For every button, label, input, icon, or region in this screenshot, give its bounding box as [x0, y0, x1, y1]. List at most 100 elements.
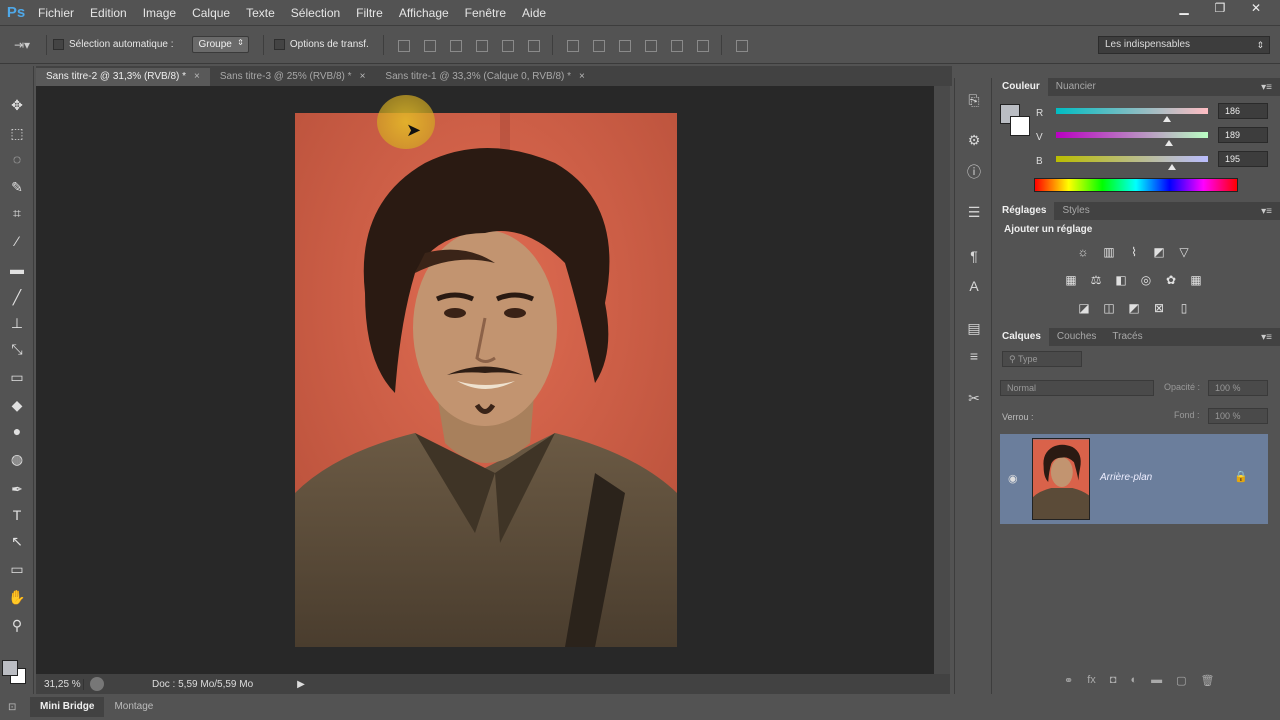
styles-panel-icon[interactable]: ≡ — [964, 346, 984, 366]
menu-filtre[interactable]: Filtre — [348, 0, 391, 26]
delete-layer-icon[interactable]: 🗑 — [1201, 674, 1215, 687]
exposure-icon[interactable]: ◩ — [1150, 244, 1168, 260]
type-tool-icon[interactable]: T — [4, 504, 30, 526]
distribute-hcenter-icon[interactable] — [668, 38, 684, 52]
hue-saturation-icon[interactable]: ▦ — [1062, 272, 1080, 288]
zoom-level[interactable]: 31,25 % — [36, 678, 84, 690]
panel-menu-icon[interactable]: ▾≡ — [1261, 82, 1272, 93]
slider-v[interactable]: V 189 — [1036, 127, 1276, 152]
curves-icon[interactable]: ⌇ — [1125, 244, 1143, 260]
notes-panel-icon[interactable]: ▤ — [964, 318, 984, 338]
actions-panel-icon[interactable]: ⚙ — [964, 130, 984, 150]
history-panel-icon[interactable]: ⎘ — [964, 90, 984, 110]
distribute-right-icon[interactable] — [694, 38, 710, 52]
workspace-switcher[interactable]: Les indispensables — [1098, 36, 1270, 54]
layer-style-icon[interactable]: fx — [1087, 674, 1096, 687]
tab-styles[interactable]: Styles — [1054, 202, 1097, 220]
slider-value[interactable]: 195 — [1218, 151, 1268, 167]
canvas-area[interactable]: ➤ — [36, 86, 934, 674]
close-tab-icon[interactable]: × — [579, 68, 585, 86]
transform-controls-checkbox[interactable] — [273, 39, 285, 50]
color-spectrum[interactable] — [1034, 178, 1238, 192]
clone-stamp-tool-icon[interactable]: ⊥ — [4, 312, 30, 334]
align-bottom-icon[interactable] — [447, 38, 463, 52]
history-brush-tool-icon[interactable]: ⤡ — [4, 338, 30, 360]
marquee-tool-icon[interactable]: ⬚ — [4, 122, 30, 144]
tab-couleur[interactable]: Couleur — [994, 78, 1048, 96]
distribute-top-icon[interactable] — [564, 38, 580, 52]
status-menu-arrow-icon[interactable]: ▶ — [297, 679, 305, 690]
slider-value[interactable]: 186 — [1218, 103, 1268, 119]
vertical-scrollbar[interactable] — [934, 86, 950, 674]
align-vcenter-icon[interactable] — [421, 38, 437, 52]
align-left-icon[interactable] — [473, 38, 489, 52]
move-tool-icon[interactable]: ✥ — [4, 94, 30, 116]
add-mask-icon[interactable]: ◘ — [1110, 674, 1117, 687]
distribute-left-icon[interactable] — [642, 38, 658, 52]
layer-name[interactable]: Arrière-plan — [1100, 472, 1152, 483]
menu-image[interactable]: Image — [135, 0, 184, 26]
restore-icon[interactable]: ❐ — [1204, 0, 1236, 16]
levels-icon[interactable]: ▥ — [1100, 244, 1118, 260]
healing-brush-tool-icon[interactable]: ▬ — [4, 258, 30, 280]
paragraph-panel-icon[interactable]: ¶ — [964, 246, 984, 266]
menu-aide[interactable]: Aide — [514, 0, 554, 26]
brush-tool-icon[interactable]: ╱ — [4, 286, 30, 308]
slider-thumb[interactable] — [1164, 140, 1173, 146]
eye-visibility-icon[interactable]: ◉ — [1008, 472, 1018, 485]
pen-tool-icon[interactable]: ✒ — [4, 478, 30, 500]
crop-tool-icon[interactable]: ⌗ — [4, 202, 30, 224]
path-selection-tool-icon[interactable]: ↖ — [4, 530, 30, 552]
layer-row-background[interactable]: ◉ Arrière-plan 🔒 — [1000, 434, 1268, 524]
tab-nuancier[interactable]: Nuancier — [1048, 78, 1104, 96]
panel-menu-icon[interactable]: ▾≡ — [1261, 206, 1272, 217]
background-color-chip[interactable] — [1010, 116, 1030, 136]
character-panel-icon[interactable]: A — [964, 276, 984, 296]
auto-select-dropdown[interactable]: Groupe — [191, 36, 249, 53]
auto-select-checkbox[interactable] — [53, 39, 64, 50]
tab-traces[interactable]: Tracés — [1104, 328, 1150, 346]
photoshop-logo[interactable]: Ps — [2, 2, 30, 24]
tab-reglages[interactable]: Réglages — [994, 202, 1055, 220]
rectangle-tool-icon[interactable]: ▭ — [4, 558, 30, 580]
auto-align-layers-icon[interactable] — [733, 38, 749, 52]
slider-r[interactable]: R 186 — [1036, 103, 1276, 128]
eraser-tool-icon[interactable]: ▭ — [4, 366, 30, 388]
menu-calque[interactable]: Calque — [184, 0, 238, 26]
panel-collapse-icon[interactable]: ⊡ — [0, 702, 30, 713]
align-hcenter-icon[interactable] — [499, 38, 515, 52]
quick-selection-tool-icon[interactable]: ✎ — [4, 176, 30, 198]
status-info-icon[interactable] — [90, 677, 104, 691]
tab-montage[interactable]: Montage — [104, 697, 163, 717]
opacity-input[interactable]: 100 % — [1208, 380, 1268, 396]
slider-thumb[interactable] — [1162, 116, 1171, 122]
foreground-color-swatch[interactable] — [2, 660, 18, 676]
selective-color-icon[interactable]: ⊠ — [1150, 300, 1168, 316]
hand-tool-icon[interactable]: ✋ — [4, 586, 30, 608]
slider-track[interactable] — [1056, 132, 1208, 138]
tab-couches[interactable]: Couches — [1049, 328, 1104, 346]
eyedropper-tool-icon[interactable]: ⁄ — [4, 230, 30, 252]
black-white-icon[interactable]: ◧ — [1112, 272, 1130, 288]
dodge-tool-icon[interactable]: ◍ — [4, 448, 30, 470]
photo-filter-icon[interactable]: ◎ — [1137, 272, 1155, 288]
slider-value[interactable]: 189 — [1218, 127, 1268, 143]
channel-mixer-icon[interactable]: ✿ — [1162, 272, 1180, 288]
menu-affichage[interactable]: Affichage — [391, 0, 457, 26]
invert-icon[interactable]: ◪ — [1075, 300, 1093, 316]
slider-track[interactable] — [1056, 108, 1208, 114]
menu-edition[interactable]: Edition — [82, 0, 135, 26]
doc-tab-sans-titre-3[interactable]: Sans titre-3 @ 25% (RVB/8) * × — [210, 68, 376, 86]
slider-thumb[interactable] — [1168, 164, 1177, 170]
fill-input[interactable]: 100 % — [1208, 408, 1268, 424]
tool-presets-icon[interactable]: ✂ — [964, 388, 984, 408]
slider-track[interactable] — [1056, 156, 1208, 162]
distribute-bottom-icon[interactable] — [616, 38, 632, 52]
slider-b[interactable]: B 195 — [1036, 151, 1276, 176]
new-group-icon[interactable]: ▬ — [1151, 674, 1162, 687]
posterize-icon[interactable]: ◫ — [1100, 300, 1118, 316]
tab-mini-bridge[interactable]: Mini Bridge — [30, 697, 105, 717]
close-icon[interactable]: ✕ — [1240, 0, 1272, 16]
align-top-icon[interactable] — [395, 38, 411, 52]
move-tool-preset-icon[interactable]: ⇥▾ — [0, 38, 40, 52]
